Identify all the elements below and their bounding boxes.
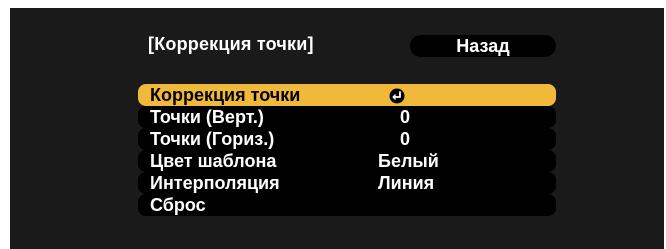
menu-item-value: Линия — [378, 173, 435, 193]
menu-item-label: Точки (Гориз.) — [150, 129, 275, 149]
menu-item-label: Цвет шаблона — [150, 151, 277, 171]
menu-item-value: 0 — [400, 107, 411, 127]
menu-item-label: Интерполяция — [150, 173, 280, 193]
projector-menu-screen: [Коррекция точки] Назад Коррекция точки … — [10, 8, 664, 249]
menu-item-label: Коррекция точки — [150, 85, 301, 105]
menu-item-point-correction[interactable]: Коррекция точки — [138, 84, 556, 106]
menu-item-label: Точки (Верт.) — [150, 107, 264, 127]
menu-item-reset[interactable]: Сброс — [138, 194, 556, 216]
menu-item-value: 0 — [400, 129, 411, 149]
menu-list: Коррекция точки Точки (Верт.) 0 Точки (Г… — [138, 84, 556, 216]
back-button[interactable]: Назад — [410, 35, 556, 57]
menu-item-pattern-color[interactable]: Цвет шаблона Белый — [138, 150, 556, 172]
menu-item-value: Белый — [378, 151, 439, 171]
menu-item-points-horizontal[interactable]: Точки (Гориз.) 0 — [138, 128, 556, 150]
menu-item-points-vertical[interactable]: Точки (Верт.) 0 — [138, 106, 556, 128]
enter-icon — [389, 87, 405, 104]
menu-title: [Коррекция точки] — [148, 34, 314, 54]
menu-item-interpolation[interactable]: Интерполяция Линия — [138, 172, 556, 194]
menu-item-label: Сброс — [150, 195, 206, 215]
